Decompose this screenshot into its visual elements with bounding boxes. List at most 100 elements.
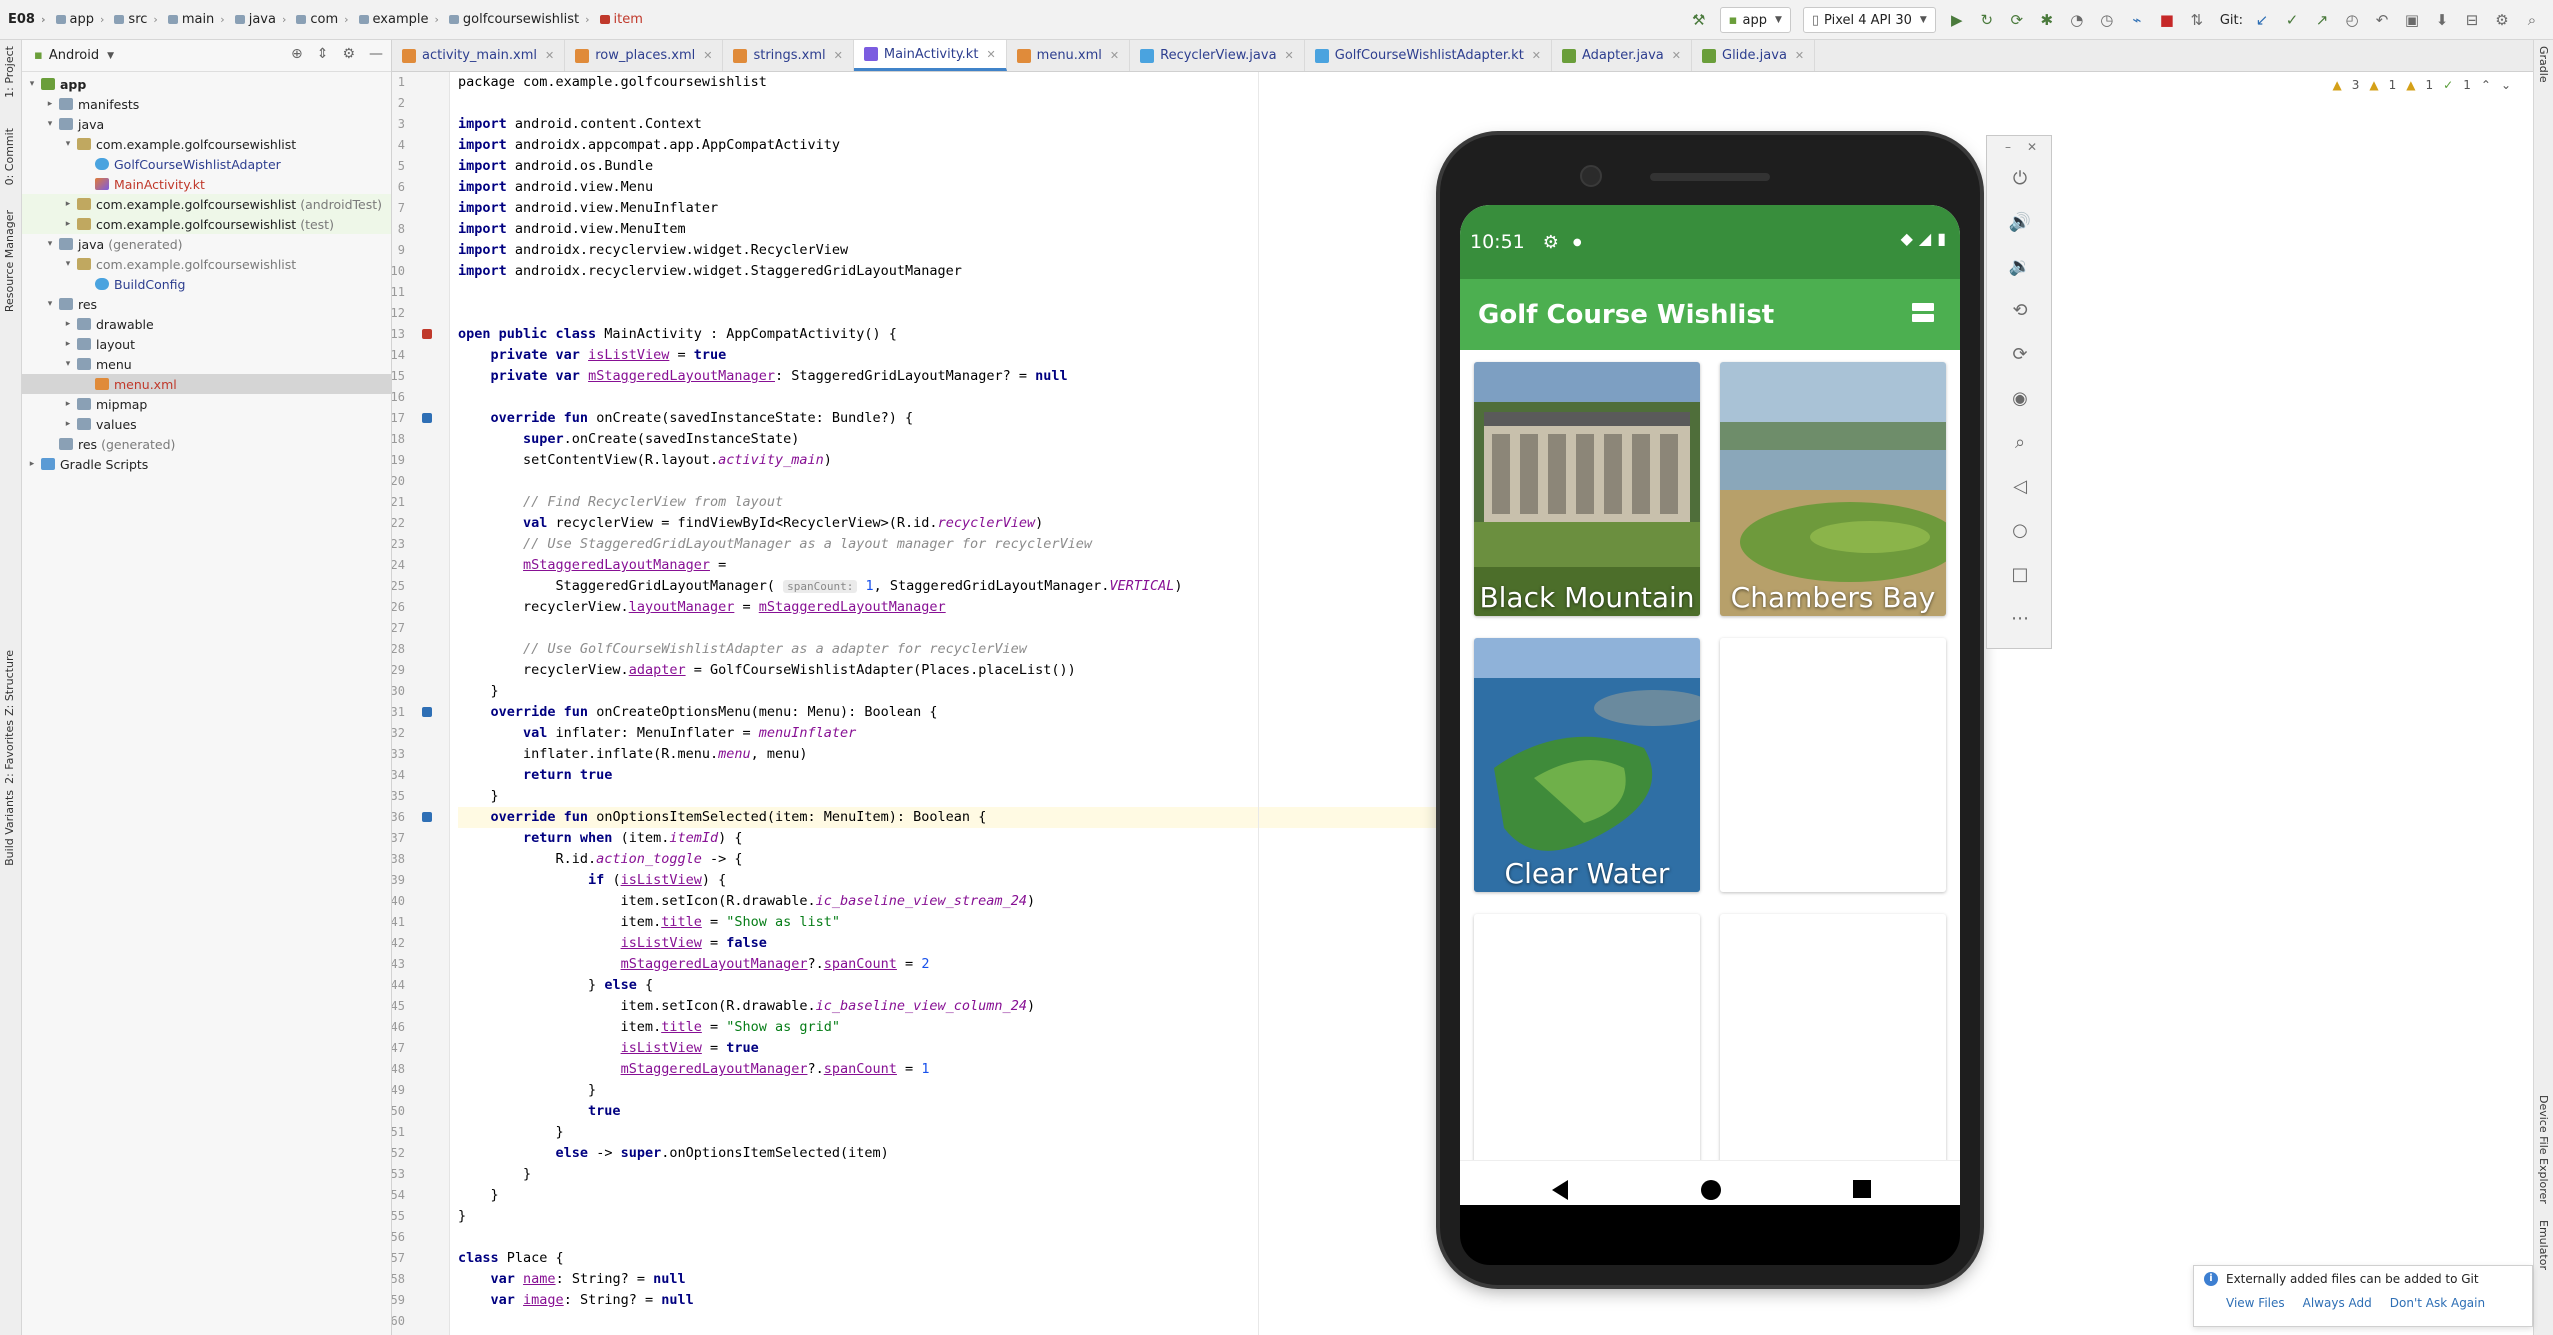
editor-tab[interactable]: Adapter.java ✕ xyxy=(1552,40,1692,71)
breadcrumb-item[interactable]: com › xyxy=(296,12,354,27)
expanded-arrow-icon[interactable]: ▾ xyxy=(62,259,74,269)
tool-window-button[interactable]: 1: Project xyxy=(3,46,16,98)
emulator-screen[interactable]: 10:51 ⚙ ● ◆ ◢ ▮ Golf Course Wishlist Bla… xyxy=(1460,205,1960,1205)
close-tab-icon[interactable]: ✕ xyxy=(703,49,712,62)
rotate-right-icon[interactable]: ⟳ xyxy=(2007,342,2033,368)
notification-action-link[interactable]: Don't Ask Again xyxy=(2390,1296,2485,1310)
override-marker-icon[interactable] xyxy=(422,812,432,822)
tree-item[interactable]: ▸ com.example.golfcoursewishlist (test) xyxy=(22,214,391,234)
editor-tab[interactable]: MainActivity.kt ✕ xyxy=(853,40,1007,71)
home-icon[interactable]: ○ xyxy=(2007,518,2033,544)
tree-item[interactable]: ▾ java (generated) xyxy=(22,234,391,254)
coverage-icon[interactable]: ◔ xyxy=(2062,5,2092,35)
locate-icon[interactable]: ⊕ xyxy=(291,46,303,62)
sdk-manager-icon[interactable]: ⬇ xyxy=(2427,5,2457,35)
breadcrumb-item[interactable]: app › xyxy=(55,12,111,27)
tool-window-button[interactable]: Device File Explorer xyxy=(2537,1095,2550,1204)
expanded-arrow-icon[interactable]: ▾ xyxy=(44,239,56,249)
tool-window-button[interactable]: Emulator xyxy=(2537,1220,2550,1270)
expanded-arrow-icon[interactable]: ▾ xyxy=(62,139,74,149)
minimize-icon[interactable]: – xyxy=(2005,140,2011,154)
expanded-arrow-icon[interactable]: ▾ xyxy=(62,359,74,369)
power-icon[interactable]: ⏻ xyxy=(2007,166,2033,192)
notification-action-link[interactable]: View Files xyxy=(2226,1296,2285,1310)
override-marker-icon[interactable] xyxy=(422,329,432,339)
debug-icon[interactable]: ✱ xyxy=(2032,5,2062,35)
overview-icon[interactable]: □ xyxy=(2007,562,2033,588)
close-tab-icon[interactable]: ✕ xyxy=(1795,49,1804,62)
close-tab-icon[interactable]: ✕ xyxy=(834,49,843,62)
volume-up-icon[interactable]: 🔊 xyxy=(2007,210,2033,236)
expanded-arrow-icon[interactable]: ▾ xyxy=(26,79,38,89)
breadcrumb-item[interactable]: item xyxy=(599,12,643,27)
close-tab-icon[interactable]: ✕ xyxy=(1532,49,1541,62)
tree-item[interactable]: ▸ layout xyxy=(22,334,391,354)
notification-action-link[interactable]: Always Add xyxy=(2303,1296,2372,1310)
profile-icon[interactable]: ◷ xyxy=(2092,5,2122,35)
collapse-icon[interactable]: ⇕ xyxy=(317,46,329,62)
collapsed-arrow-icon[interactable]: ▸ xyxy=(26,459,38,469)
collapsed-arrow-icon[interactable]: ▸ xyxy=(62,219,74,229)
expanded-arrow-icon[interactable]: ▾ xyxy=(44,299,56,309)
tool-window-button[interactable]: Z: Structure xyxy=(3,650,16,716)
tree-item[interactable]: ▸ drawable xyxy=(22,314,391,334)
editor-tab[interactable]: row_places.xml ✕ xyxy=(565,40,724,71)
override-marker-icon[interactable] xyxy=(422,707,432,717)
tree-item[interactable]: ▸ mipmap xyxy=(22,394,391,414)
attach-debugger-icon[interactable]: ⌁ xyxy=(2122,5,2152,35)
tree-item[interactable]: ▾ com.example.golfcoursewishlist xyxy=(22,134,391,154)
rotate-left-icon[interactable]: ⟲ xyxy=(2007,298,2033,324)
breadcrumb-item[interactable]: java › xyxy=(234,12,293,27)
collapsed-arrow-icon[interactable]: ▸ xyxy=(62,199,74,209)
device-select[interactable]: ▯ Pixel 4 API 30 ▼ xyxy=(1802,7,1936,33)
close-icon[interactable]: ✕ xyxy=(2027,140,2037,154)
sync-icon[interactable]: ⇅ xyxy=(2182,5,2212,35)
tree-item[interactable]: BuildConfig xyxy=(22,274,391,294)
hammer-icon[interactable]: ⚒ xyxy=(1684,5,1714,35)
collapsed-arrow-icon[interactable]: ▸ xyxy=(62,419,74,429)
tree-item[interactable]: ▾ java xyxy=(22,114,391,134)
camera-icon[interactable]: ◉ xyxy=(2007,386,2033,412)
tool-window-button[interactable]: Build Variants xyxy=(3,790,16,866)
minimize-icon[interactable]: — xyxy=(369,46,383,62)
golf-course-card[interactable] xyxy=(1720,914,1946,1168)
volume-down-icon[interactable]: 🔉 xyxy=(2007,254,2033,280)
breadcrumb-item[interactable]: main › xyxy=(167,12,231,27)
editor-tab[interactable]: Glide.java ✕ xyxy=(1692,40,1816,71)
breadcrumb-item[interactable]: E08 › xyxy=(8,12,52,27)
golf-course-card[interactable]: Clear Water xyxy=(1474,638,1700,892)
tool-window-button[interactable]: 2: Favorites xyxy=(3,720,16,784)
tree-item[interactable]: ▾ menu xyxy=(22,354,391,374)
more-icon[interactable]: ⋯ xyxy=(2007,606,2033,632)
tree-item[interactable]: ▾ app xyxy=(22,74,391,94)
git-push-icon[interactable]: ↗ xyxy=(2307,5,2337,35)
breadcrumb-item[interactable]: golfcoursewishlist › xyxy=(448,12,596,27)
tree-item[interactable]: ▾ res xyxy=(22,294,391,314)
device-manager-icon[interactable]: ▣ xyxy=(2397,5,2427,35)
git-commit-icon[interactable]: ✓ xyxy=(2277,5,2307,35)
editor-tab[interactable]: menu.xml ✕ xyxy=(1007,40,1131,71)
tree-item[interactable]: ▸ values xyxy=(22,414,391,434)
history-icon[interactable]: ◴ xyxy=(2337,5,2367,35)
git-update-icon[interactable]: ↙ xyxy=(2247,5,2277,35)
expanded-arrow-icon[interactable]: ▾ xyxy=(44,119,56,129)
tree-item[interactable]: ▸ com.example.golfcoursewishlist (androidT… xyxy=(22,194,391,214)
editor-tab[interactable]: strings.xml ✕ xyxy=(723,40,854,71)
overview-icon[interactable] xyxy=(1852,1179,1872,1199)
collapsed-arrow-icon[interactable]: ▸ xyxy=(62,319,74,329)
back-icon[interactable]: ◁ xyxy=(2007,474,2033,500)
close-tab-icon[interactable]: ✕ xyxy=(1110,49,1119,62)
tool-window-button[interactable]: Resource Manager xyxy=(3,210,16,312)
tool-window-button[interactable]: 0: Commit xyxy=(3,128,16,185)
editor-tab[interactable]: RecyclerView.java ✕ xyxy=(1130,40,1305,71)
close-tab-icon[interactable]: ✕ xyxy=(545,49,554,62)
breadcrumb-item[interactable]: src › xyxy=(114,12,163,27)
home-icon[interactable] xyxy=(1700,1179,1722,1201)
close-tab-icon[interactable]: ✕ xyxy=(1672,49,1681,62)
gear-icon[interactable]: ⚙ xyxy=(342,46,355,62)
close-tab-icon[interactable]: ✕ xyxy=(1285,49,1294,62)
apply-changes-icon[interactable]: ⟳ xyxy=(2002,5,2032,35)
tree-item[interactable]: ▸ Gradle Scripts xyxy=(22,454,391,474)
rerun-icon[interactable]: ↻ xyxy=(1972,5,2002,35)
editor-tab[interactable]: activity_main.xml ✕ xyxy=(392,40,566,71)
